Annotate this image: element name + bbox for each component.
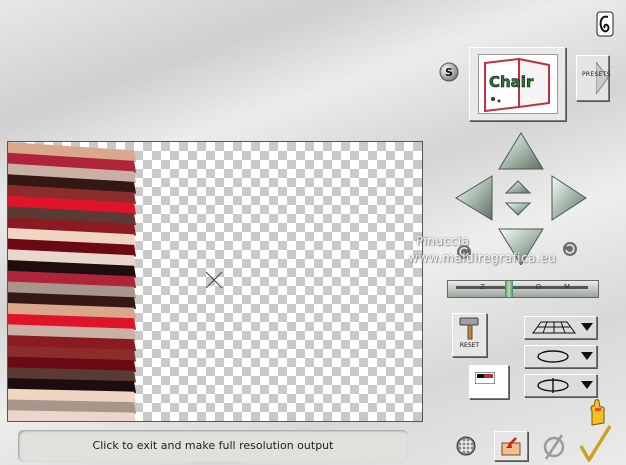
grid-plane-dropdown[interactable]: [524, 316, 597, 339]
crosshair-icon: [205, 271, 223, 289]
hand-icon: [586, 399, 610, 427]
presets-button[interactable]: [576, 55, 609, 101]
zoom-slider-thumb[interactable]: [505, 281, 513, 297]
hammer-icon: [459, 317, 479, 340]
arrow-right-icon[interactable]: [551, 175, 587, 221]
s-icon: S: [439, 62, 459, 82]
ok-checkmark-icon[interactable]: [578, 424, 612, 462]
zoom-slider[interactable]: ZOOM: [447, 280, 599, 298]
color-swatch-button[interactable]: [469, 365, 509, 399]
orbit-dropdown[interactable]: [524, 374, 597, 397]
s-button[interactable]: S: [439, 62, 459, 82]
preset-thumbnail[interactable]: Chair: [469, 47, 566, 121]
orbit-icon: [537, 378, 569, 393]
eye-candy-window: S Chair PRESETS Pinuccia www.maldiregraf…: [0, 0, 626, 465]
rotate-right-icon[interactable]: [562, 241, 578, 257]
svg-text:S: S: [445, 66, 453, 79]
status-bar: Click to exit and make full resolution o…: [18, 430, 408, 462]
export-button[interactable]: [494, 431, 528, 461]
status-text: Click to exit and make full resolution o…: [92, 439, 334, 452]
nudge-down-icon[interactable]: [504, 202, 532, 216]
thumbnail-text: Chair: [489, 73, 534, 91]
presets-label: PRESETS: [582, 71, 611, 78]
arrow-left-icon[interactable]: [455, 175, 493, 221]
preview-canvas[interactable]: [7, 141, 423, 422]
grid-icon[interactable]: [456, 436, 476, 456]
grid-plane-icon: [532, 321, 576, 334]
reset-button[interactable]: RESET: [452, 313, 487, 357]
nudge-up-icon[interactable]: [504, 180, 532, 194]
thumbnail-image: Chair: [484, 57, 550, 113]
watermark: Pinuccia www.maldiregrafica.eu: [408, 234, 557, 265]
ellipse-dropdown[interactable]: [524, 345, 597, 368]
preview-image: [8, 142, 136, 421]
presets-arrow-icon: [596, 62, 608, 94]
reset-label: RESET: [459, 342, 480, 349]
arrow-up-icon[interactable]: [498, 132, 544, 170]
ellipse-icon: [537, 350, 569, 363]
zoom-slider-label: ZOOM: [480, 283, 570, 291]
swatch-icon: [475, 372, 495, 384]
help-icon[interactable]: [596, 11, 614, 37]
cancel-icon[interactable]: [541, 432, 567, 460]
export-icon: [501, 437, 521, 456]
